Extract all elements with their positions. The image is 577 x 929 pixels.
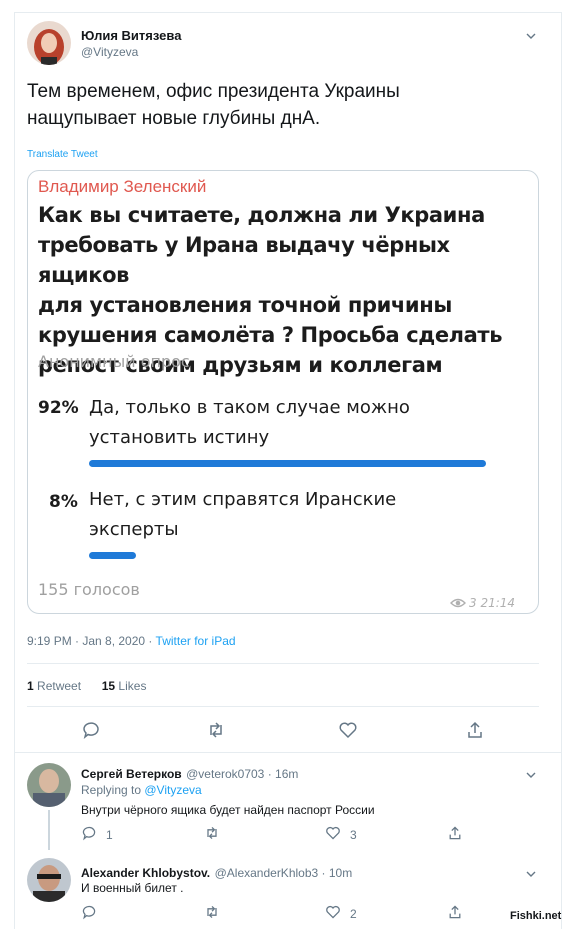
likes-count: 15: [101, 679, 116, 693]
reply-author-name[interactable]: Сергей Ветерков: [81, 767, 182, 781]
poll-option-bar-track: [89, 460, 520, 467]
retweets-stat[interactable]: 1 Retweet: [27, 679, 81, 693]
tweet-text-line-2: нащупывает новые глубины днА.: [27, 108, 321, 129]
translate-tweet-link[interactable]: Translate Tweet: [27, 149, 98, 160]
tweet-text-line-1: Тем временем, офис президента Украины: [27, 81, 400, 102]
thread-line: [48, 810, 50, 850]
divider: [27, 663, 539, 664]
chevron-down-icon[interactable]: [526, 866, 536, 884]
poll-option-text: установить истину: [89, 427, 270, 448]
poll-question-line: для установления точной причины: [38, 293, 452, 317]
heart-icon[interactable]: [325, 825, 341, 846]
poll-option-bar: [89, 460, 486, 467]
watermark: Fishki.net: [510, 910, 562, 922]
author-handle[interactable]: @Vityzeva: [81, 45, 138, 59]
eye-icon: [450, 596, 466, 614]
tweet-meta: 9:19 PM · Jan 8, 2020 · Twitter for iPad: [27, 634, 236, 648]
poll-author: Владимир Зеленский: [38, 177, 207, 196]
retweet-icon[interactable]: [206, 720, 226, 745]
reply-text: И военный билет .: [81, 881, 184, 895]
author-name[interactable]: Юлия Витязева: [81, 28, 181, 43]
reply-text: Внутри чёрного ящика будет найден паспор…: [81, 803, 375, 817]
poll-question-line: Как вы считаете, должна ли Украина: [38, 203, 485, 227]
tweet-timestamp[interactable]: 9:19 PM · Jan 8, 2020 ·: [27, 634, 156, 648]
reply-header: Alexander Khlobystov. @AlexanderKhlob3 ·…: [81, 864, 352, 882]
poll-option-bar-track: [89, 552, 520, 559]
replying-to: Replying to @Vityzeva: [81, 783, 202, 797]
poll-option-percent: 8%: [49, 492, 78, 512]
reply-icon[interactable]: [81, 720, 101, 745]
reply-author-handle[interactable]: @AlexanderKhlob3 · 10m: [215, 866, 353, 880]
replying-to-label: Replying to: [81, 783, 145, 797]
poll-option-bar: [89, 552, 137, 559]
poll-option-text: Нет, с этим справятся Иранские: [89, 489, 397, 510]
share-icon[interactable]: [447, 825, 463, 846]
reply-count: 1: [106, 828, 113, 842]
like-count: 2: [350, 907, 357, 921]
divider: [27, 706, 539, 707]
retweets-label: Retweet: [33, 679, 82, 693]
likes-stat[interactable]: 15 Likes: [102, 679, 147, 693]
likes-label: Likes: [115, 679, 147, 693]
poll-views-time: 3 21:14: [469, 596, 516, 610]
like-count: 3: [350, 828, 357, 842]
poll-question-line: крушения самолёта ? Просьба сделать: [38, 323, 503, 347]
chevron-down-icon[interactable]: [526, 767, 536, 785]
tweet-stats: 1 Retweet 15 Likes: [27, 679, 146, 693]
reply-avatar[interactable]: [27, 858, 71, 902]
poll-type: Анонимный опрос: [38, 352, 190, 371]
share-icon[interactable]: [447, 904, 463, 925]
poll-option-text: Да, только в таком случае можно: [89, 397, 410, 418]
tweet-source[interactable]: Twitter for iPad: [156, 634, 236, 648]
heart-icon[interactable]: [325, 904, 341, 925]
share-icon[interactable]: [465, 720, 485, 745]
replying-to-handle[interactable]: @Vityzeva: [144, 783, 201, 797]
poll-votes: 155 голосов: [38, 580, 140, 599]
reply-icon[interactable]: [81, 904, 97, 925]
poll-question-line: требовать у Ирана выдачу чёрных ящиков: [38, 233, 450, 287]
chevron-down-icon[interactable]: [526, 28, 536, 46]
reply-author-handle[interactable]: @veterok0703 · 16m: [186, 767, 298, 781]
reply-icon[interactable]: [81, 825, 97, 846]
poll-option-text: эксперты: [89, 519, 179, 540]
divider: [14, 752, 562, 753]
heart-icon[interactable]: [338, 720, 358, 745]
reply-author-name[interactable]: Alexander Khlobystov.: [81, 866, 210, 880]
retweets-count: 1: [27, 679, 34, 693]
author-avatar[interactable]: [27, 21, 71, 65]
reply-avatar[interactable]: [27, 763, 71, 807]
poll-option-percent: 92%: [38, 398, 79, 418]
retweet-icon[interactable]: [204, 904, 220, 925]
reply-header: Сергей Ветерков @veterok0703 · 16m: [81, 765, 298, 783]
retweet-icon[interactable]: [204, 825, 220, 846]
